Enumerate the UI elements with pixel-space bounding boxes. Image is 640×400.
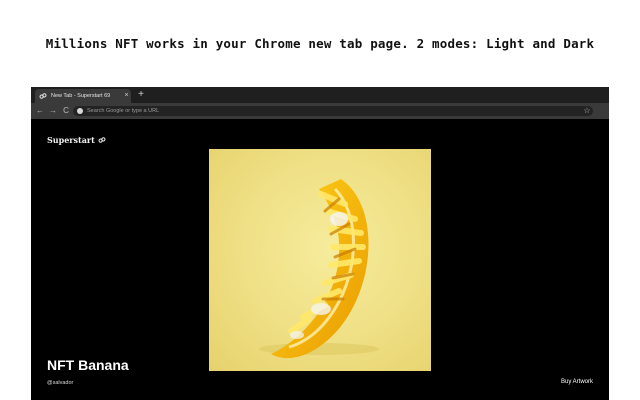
new-tab-button[interactable]: + [135, 89, 147, 101]
artwork-image[interactable] [209, 149, 431, 371]
brand-name: Superstart [47, 135, 95, 145]
address-bar[interactable]: Search Google or type a URL ☆ [73, 106, 593, 116]
browser-toolbar: ← → C Search Google or type a URL ☆ [31, 103, 609, 119]
sixtynine-icon [98, 136, 106, 144]
close-icon[interactable]: × [122, 89, 131, 103]
tab-title: New Tab - Superstart 69 [51, 93, 111, 99]
buy-artwork-link[interactable]: Buy Artwork [561, 379, 593, 385]
tab-strip: New Tab - Superstart 69 × + [31, 87, 609, 103]
banana-sculpture [259, 179, 379, 359]
promo-headline: Millions NFT works in your Chrome new ta… [45, 36, 595, 51]
sixtynine-icon [39, 92, 47, 100]
reload-icon[interactable]: C [60, 103, 72, 119]
tab-new-tab[interactable]: New Tab - Superstart 69 × [35, 89, 131, 103]
browser-window: New Tab - Superstart 69 × + ← → C Search… [31, 87, 609, 400]
google-icon [77, 108, 83, 114]
forward-icon[interactable]: → [47, 103, 59, 119]
address-placeholder: Search Google or type a URL [87, 108, 160, 114]
bookmark-star-icon[interactable]: ☆ [581, 106, 593, 116]
brand-logo[interactable]: Superstart [47, 135, 106, 145]
back-icon[interactable]: ← [34, 103, 46, 119]
new-tab-page: Superstart NFT Banana @salvador Buy Artw… [31, 119, 609, 400]
artwork-title: NFT Banana [47, 357, 129, 373]
artwork-author-link[interactable]: @salvador [47, 380, 73, 386]
